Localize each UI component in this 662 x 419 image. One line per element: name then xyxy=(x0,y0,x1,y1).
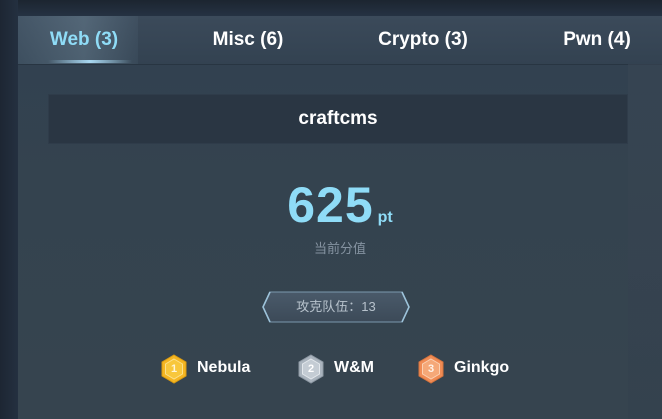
rank-number: 3 xyxy=(427,363,435,375)
solver-name: W&M xyxy=(334,359,374,376)
solved-teams-badge[interactable]: 攻克队伍：13 xyxy=(262,291,410,323)
challenge-panel: Web (3) Misc (6) Crypto (3) Pwn (4) craf… xyxy=(18,16,662,419)
tab-crypto[interactable]: Crypto (3) xyxy=(358,16,488,64)
score-caption: 当前分值 xyxy=(313,241,366,256)
score-display: 625 pt xyxy=(18,176,662,236)
window-left-edge xyxy=(0,0,18,419)
solver-name: Ginkgo xyxy=(454,359,510,376)
score-value: 625 xyxy=(287,177,374,233)
challenge-title[interactable]: craftcms xyxy=(48,94,628,144)
score-unit: pt xyxy=(377,209,393,226)
category-tab-bar: Web (3) Misc (6) Crypto (3) Pwn (4) xyxy=(18,16,662,65)
window-top-edge xyxy=(0,0,662,16)
tab-web[interactable]: Web (3) xyxy=(32,16,136,64)
active-tab-underline xyxy=(48,60,132,63)
tab-pwn[interactable]: Pwn (4) xyxy=(548,16,646,64)
rank-number: 1 xyxy=(170,363,178,375)
page-background: Web (3) Misc (6) Crypto (3) Pwn (4) craf… xyxy=(0,0,662,419)
solver-name: Nebula xyxy=(197,359,251,376)
tab-misc[interactable]: Misc (6) xyxy=(194,16,302,64)
solved-teams-count: 攻克队伍：13 xyxy=(296,299,376,314)
rank-number: 2 xyxy=(307,363,315,375)
